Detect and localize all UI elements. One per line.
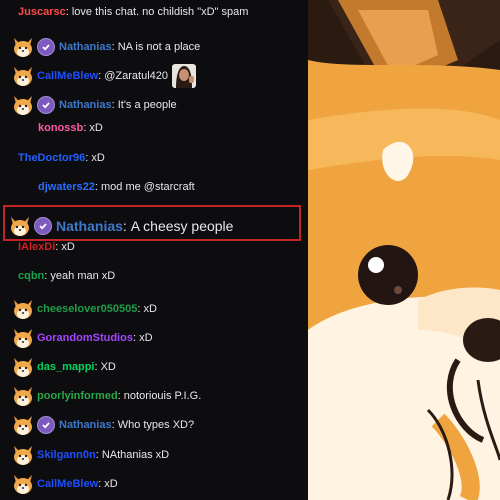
shiba-badge-icon [12,327,34,349]
chat-message: Nathanias: NA is not a place [12,36,308,58]
chat-panel[interactable]: Juscarsc: love this chat. no childish "x… [0,0,308,500]
shiba-badge-icon [9,215,31,237]
username[interactable]: Juscarsc [18,6,66,18]
shiba-badge-icon [12,36,34,58]
username[interactable]: Nathanias [56,218,123,234]
username[interactable]: GorandomStudios [37,332,133,344]
message-text: xD [104,478,118,490]
message-text: It's a people [117,99,177,111]
username[interactable]: CallMeBlew [37,70,98,82]
message-text: yeah man xD [50,270,116,282]
verified-badge-icon [37,38,55,56]
chat-message: das_mappi: XD [12,356,308,378]
shiba-badge-icon [12,444,34,466]
chat-message: djwaters22: mod me @starcraft [38,181,195,193]
shiba-badge-icon [12,94,34,116]
message-text: XD [100,361,116,373]
message-text: xD [91,152,105,164]
chat-message: CallMeBlew: @Zaratul420 [12,64,308,88]
username[interactable]: djwaters22 [38,181,95,193]
highlighted-message: Nathanias: A cheesy people [3,205,301,241]
message-text: xD [61,241,75,253]
message-text: A cheesy people [130,218,234,234]
chat-message: IAlexDi: xD [18,241,75,253]
chat-message: CallMeBlew: xD [12,473,308,495]
username[interactable]: cheeselover050505 [37,303,137,315]
username[interactable]: IAlexDi [18,241,55,253]
chat-message: TheDoctor96: xD [18,152,105,164]
message-text: NA is not a place [117,41,201,53]
chat-message: cheeselover050505: xD [12,298,308,320]
username[interactable]: das_mappi [37,361,94,373]
message-text: Who types XD? [117,419,195,431]
message-text: xD [139,332,153,344]
message-text: xD [89,122,103,134]
shiba-badge-icon [12,414,34,436]
username[interactable]: Nathanias [59,41,112,53]
message-text: xD [143,303,157,315]
chat-message: GorandomStudios: xD [12,327,308,349]
chat-message: Nathanias: Who types XD? [12,414,308,436]
username[interactable]: CallMeBlew [37,478,98,490]
message-text: notoriouis P.I.G. [123,390,202,402]
chat-message: Nathanias: It's a people [12,94,308,116]
chat-message: Juscarsc: love this chat. no childish "x… [18,6,249,18]
username[interactable]: konossb [38,122,83,134]
message-text: @Zaratul420 [104,70,169,82]
chat-message: poorlyinformed: notoriouis P.I.G. [12,385,308,407]
chat-message: Skilgann0n: NAthanias xD [12,444,308,466]
verified-badge-icon [34,217,52,235]
shiba-badge-icon [12,298,34,320]
message-text: mod me @starcraft [101,181,195,193]
username[interactable]: poorlyinformed [37,390,118,402]
username[interactable]: Nathanias [59,419,112,431]
chat-message: cqbn: yeah man xD [18,270,116,282]
message-text: love this chat. no childish "xD" spam [71,6,249,18]
verified-badge-icon [37,416,55,434]
shiba-badge-icon [12,385,34,407]
shiba-badge-icon [12,356,34,378]
username[interactable]: TheDoctor96 [18,152,85,164]
shiba-badge-icon [12,65,34,87]
chat-message: Nathanias: A cheesy people [9,215,308,237]
username[interactable]: Skilgann0n [37,449,96,461]
verified-badge-icon [37,96,55,114]
message-text: NAthanias xD [101,449,170,461]
username[interactable]: Nathanias [59,99,112,111]
shiba-artwork [308,0,500,500]
username[interactable]: cqbn [18,270,44,282]
chat-message: konossb: xD [38,122,103,134]
emote-icon [172,64,197,88]
shiba-badge-icon [12,473,34,495]
